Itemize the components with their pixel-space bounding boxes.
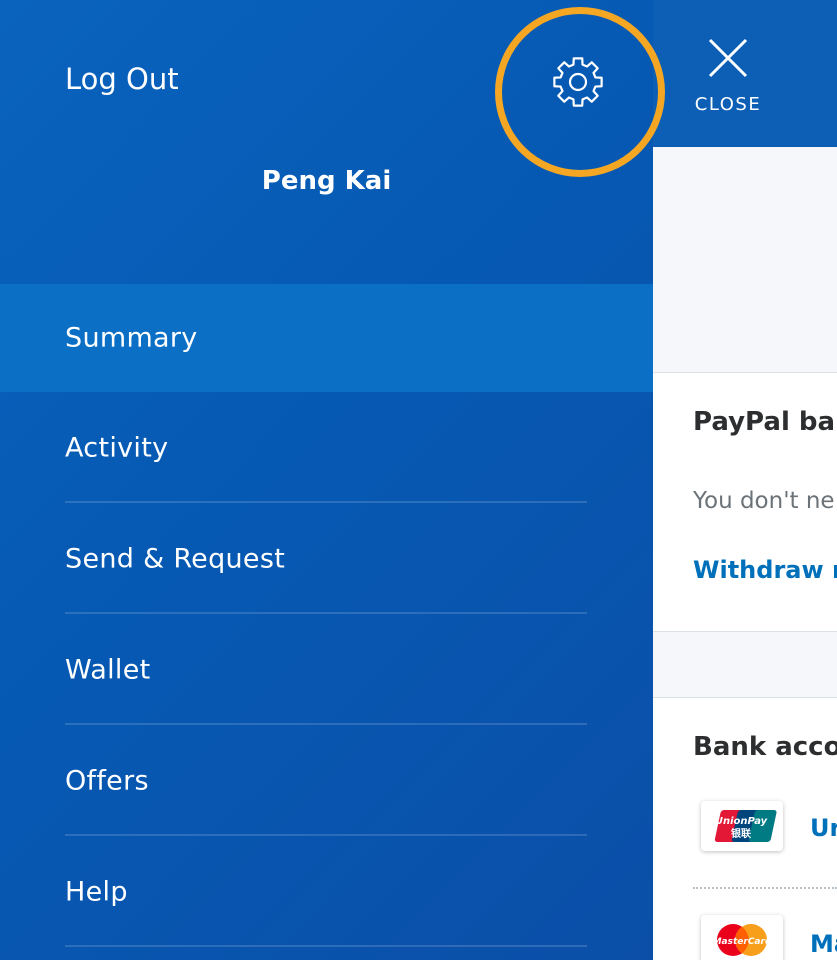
menu-divider [65, 945, 587, 947]
card-title: PayPal ba [693, 407, 836, 437]
menu-item-offers[interactable]: Offers [0, 725, 653, 836]
menu-item-send-request[interactable]: Send & Request [0, 503, 653, 614]
gear-icon [553, 57, 603, 107]
bank-account-row[interactable]: MasterCard Ma [653, 906, 837, 960]
paypal-balance-card: PayPal ba You don't ne Withdraw m [653, 372, 837, 632]
withdraw-money-link[interactable]: Withdraw m [693, 556, 837, 584]
menu-item-help[interactable]: Help [0, 836, 653, 947]
menu-item-summary[interactable]: Summary [0, 284, 653, 392]
close-icon [708, 38, 748, 78]
mastercard-logo-icon: MasterCard [701, 915, 783, 960]
menu-item-label: Offers [65, 765, 149, 796]
card-title: Bank acco [693, 732, 837, 762]
balance-description: You don't ne [693, 488, 835, 514]
menu-item-activity[interactable]: Activity [0, 392, 653, 503]
menu-item-label: Activity [65, 432, 169, 463]
bank-account-name[interactable]: Ma [810, 930, 837, 958]
menu-item-label: Summary [65, 322, 198, 354]
bank-account-row[interactable]: UnionPay 银联 Ur [653, 794, 837, 884]
unionpay-logo-icon: UnionPay 银联 [701, 801, 783, 851]
menu-item-label: Send & Request [65, 543, 286, 574]
svg-text:银联: 银联 [731, 827, 751, 840]
bank-account-name[interactable]: Ur [810, 814, 837, 842]
unionpay-logo-text: UnionPay [715, 816, 768, 827]
drawer-menu: Summary Activity Send & Request Wallet O… [0, 284, 653, 947]
user-name: Peng Kai [261, 166, 392, 196]
close-button[interactable]: CLOSE [689, 36, 767, 115]
mastercard-logo-text: MasterCard [713, 937, 772, 947]
navigation-drawer: Log Out Peng Kai Summary Activity Send &… [0, 0, 665, 960]
menu-item-wallet[interactable]: Wallet [0, 614, 653, 725]
settings-button[interactable] [551, 55, 605, 109]
logout-button[interactable]: Log Out [65, 62, 179, 96]
row-divider [693, 887, 837, 889]
menu-item-label: Help [65, 876, 128, 907]
close-label: CLOSE [694, 94, 762, 115]
menu-item-label: Wallet [65, 654, 151, 685]
bank-accounts-card: Bank acco UnionPay 银联 Ur MasterCard [653, 697, 837, 960]
